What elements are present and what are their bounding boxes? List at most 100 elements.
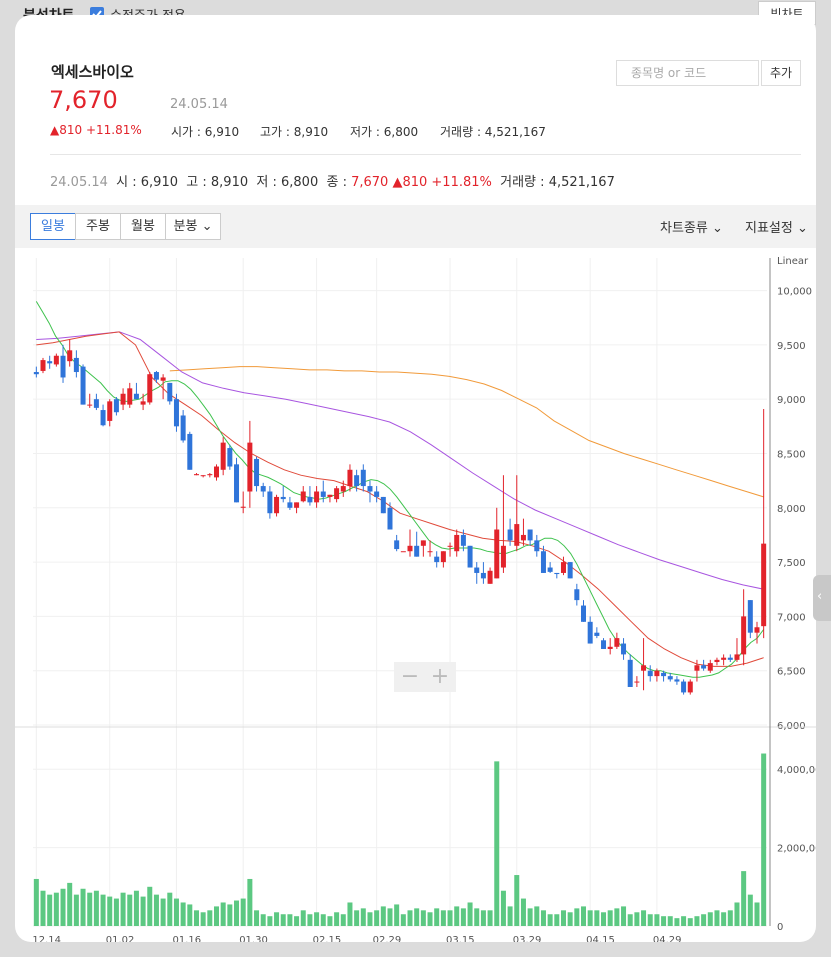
candle-body bbox=[53, 355, 59, 365]
candle-body bbox=[554, 572, 560, 575]
volume-bar bbox=[107, 896, 113, 926]
volume-bar bbox=[574, 908, 580, 926]
volume-bar bbox=[714, 910, 720, 926]
candle-body bbox=[641, 665, 647, 671]
candle-body bbox=[387, 507, 393, 530]
candle-body bbox=[307, 496, 313, 503]
tab-minute[interactable]: 분봉 ⌄ bbox=[165, 213, 221, 240]
tab-daily[interactable]: 일봉 bbox=[30, 213, 76, 240]
side-panel-toggle[interactable]: ‹ bbox=[813, 575, 831, 621]
volume-bar bbox=[87, 892, 93, 926]
x-tick-label: 02.29 bbox=[373, 935, 402, 942]
chart-type-menu[interactable]: 차트종류 ⌄ bbox=[660, 217, 723, 236]
candle-body bbox=[374, 491, 380, 497]
volume-bar bbox=[694, 916, 700, 926]
x-tick-label: 01.02 bbox=[106, 935, 135, 942]
volume-bar bbox=[280, 914, 286, 926]
open-price: 시가 : 6,910 bbox=[171, 125, 240, 139]
volume-bar bbox=[113, 898, 119, 926]
volume-bar bbox=[734, 902, 740, 926]
volume-bar bbox=[287, 914, 293, 926]
volume-bar bbox=[460, 908, 466, 926]
volume-bar bbox=[667, 916, 673, 926]
price-chart[interactable]: 10,000 9,500 9,000 8,500 8,000 7,500 7,000 6,50… bbox=[15, 248, 816, 942]
candle-body bbox=[467, 545, 473, 568]
tab-monthly[interactable]: 월봉 bbox=[120, 213, 166, 240]
add-button[interactable]: 추가 bbox=[761, 60, 801, 86]
candle-body bbox=[140, 401, 146, 405]
candle-body bbox=[107, 401, 113, 421]
chevron-left-icon: ‹ bbox=[817, 589, 823, 604]
candle-body bbox=[213, 466, 220, 478]
candle-body bbox=[580, 605, 587, 622]
candle-body bbox=[334, 488, 340, 500]
detail-change: ▲810 +11.81% bbox=[392, 175, 492, 190]
candle-body bbox=[721, 657, 727, 660]
candle-body bbox=[247, 442, 253, 492]
candle-body bbox=[594, 632, 600, 636]
zoom-out-button[interactable]: − bbox=[395, 664, 425, 690]
stock-name: 엑세스바이오 bbox=[51, 63, 134, 81]
volume-bar bbox=[33, 878, 39, 926]
candle-body bbox=[414, 545, 420, 557]
volume-bar bbox=[567, 912, 573, 926]
volume-bar bbox=[534, 906, 540, 926]
volume-bar bbox=[741, 871, 747, 926]
candle-body bbox=[447, 545, 453, 547]
candle-body bbox=[727, 657, 733, 660]
volume-bar bbox=[187, 904, 193, 926]
candle-body bbox=[347, 469, 353, 487]
volume-bar bbox=[300, 910, 306, 926]
volume-bar bbox=[360, 908, 366, 926]
y-tick-label: 9,500 bbox=[777, 341, 806, 352]
low-price: 저가 : 6,800 bbox=[350, 125, 419, 139]
volume-bar bbox=[587, 910, 593, 926]
candle-body bbox=[407, 545, 413, 552]
tab-weekly[interactable]: 주봉 bbox=[75, 213, 121, 240]
candle-body bbox=[667, 676, 673, 680]
candle-body bbox=[440, 551, 446, 563]
candle-body bbox=[340, 486, 346, 492]
volume-bar bbox=[707, 912, 713, 926]
candle-body bbox=[227, 448, 233, 467]
volume-bar bbox=[260, 914, 266, 926]
volume-bar bbox=[627, 914, 633, 926]
chevron-down-icon: ⌄ bbox=[796, 221, 808, 236]
detail-date: 24.05.14 bbox=[50, 175, 108, 190]
candle-body bbox=[634, 681, 640, 683]
candle-body bbox=[661, 672, 667, 677]
candle-body bbox=[187, 433, 193, 470]
volume-bar bbox=[267, 916, 273, 926]
candle-body bbox=[287, 502, 293, 508]
volume-bar bbox=[514, 875, 520, 926]
candle-body bbox=[294, 502, 300, 508]
volume-bar bbox=[180, 902, 186, 926]
indicator-settings-menu[interactable]: 지표설정 ⌄ bbox=[745, 217, 808, 236]
ma60-line bbox=[36, 331, 764, 590]
volume-bar bbox=[607, 910, 613, 926]
volume-bar bbox=[147, 886, 153, 926]
candle-body bbox=[460, 534, 466, 546]
candle-body bbox=[267, 491, 273, 514]
stock-search-input[interactable]: 종목명 or 코드 bbox=[616, 60, 759, 86]
candle-body bbox=[601, 640, 607, 649]
volume-bar bbox=[474, 908, 480, 926]
candle-body bbox=[540, 551, 546, 573]
candle-body bbox=[587, 621, 593, 644]
volume-bar bbox=[487, 910, 493, 926]
divider bbox=[50, 154, 801, 155]
volume-bar bbox=[547, 914, 553, 926]
candle-body bbox=[47, 361, 53, 364]
zoom-in-button[interactable]: + bbox=[425, 664, 455, 690]
volume-bar bbox=[160, 898, 166, 926]
volume-bar bbox=[60, 888, 66, 926]
volume-bar bbox=[754, 902, 760, 926]
candle-body bbox=[687, 681, 693, 693]
candle-body bbox=[654, 670, 660, 677]
candle-body bbox=[87, 404, 93, 406]
ma5-line bbox=[35, 301, 765, 678]
candle-body bbox=[394, 540, 400, 550]
candle-body bbox=[120, 393, 126, 405]
x-tick-label: 12.14 bbox=[32, 935, 61, 942]
volume-bar bbox=[274, 912, 280, 926]
